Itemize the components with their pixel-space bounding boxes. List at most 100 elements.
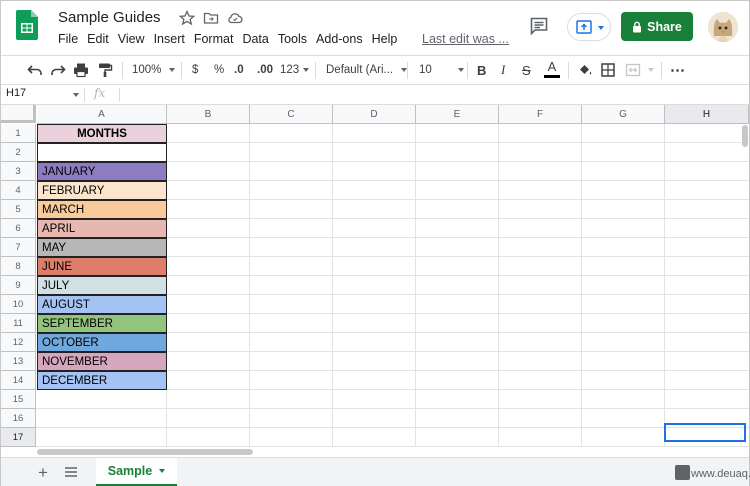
more-tools-button[interactable]: ⋯ bbox=[670, 56, 685, 84]
sheets-logo-icon[interactable] bbox=[16, 10, 38, 40]
column-header-h[interactable]: H bbox=[665, 105, 749, 124]
cell-a6[interactable]: APRIL bbox=[37, 219, 167, 238]
name-box-caret-icon[interactable] bbox=[73, 93, 79, 97]
cell-a3[interactable]: JANUARY bbox=[37, 162, 167, 181]
merge-cells-icon[interactable] bbox=[625, 62, 641, 78]
row-header-8[interactable]: 8 bbox=[1, 257, 36, 276]
present-button[interactable] bbox=[567, 13, 611, 41]
row-header-2[interactable]: 2 bbox=[1, 143, 36, 162]
column-header-c[interactable]: C bbox=[250, 105, 333, 124]
horizontal-scrollbar[interactable] bbox=[37, 449, 253, 455]
menu-tools[interactable]: Tools bbox=[278, 32, 307, 46]
font-size-select[interactable]: 10 bbox=[419, 56, 464, 84]
strikethrough-button[interactable]: S bbox=[522, 56, 531, 84]
name-box[interactable]: H17 bbox=[6, 87, 26, 99]
vertical-scrollbar[interactable] bbox=[742, 125, 748, 147]
select-all-corner[interactable] bbox=[1, 105, 36, 123]
cell-a2[interactable] bbox=[37, 143, 167, 162]
fill-color-icon[interactable] bbox=[577, 62, 593, 78]
add-sheet-button[interactable]: + bbox=[38, 463, 48, 483]
sheet-grid[interactable]: ABCDEFGH 123456789101112131415161718 MON… bbox=[1, 105, 749, 447]
row-header-9[interactable]: 9 bbox=[1, 276, 36, 295]
formula-input[interactable] bbox=[125, 87, 725, 103]
cell-a12[interactable]: OCTOBER bbox=[37, 333, 167, 352]
borders-icon[interactable] bbox=[600, 62, 616, 78]
print-icon[interactable] bbox=[73, 62, 89, 78]
column-header-e[interactable]: E bbox=[416, 105, 499, 124]
menu-format[interactable]: Format bbox=[194, 32, 234, 46]
more-formats-button[interactable]: 123 bbox=[280, 56, 310, 84]
format-currency-button[interactable]: $ bbox=[192, 56, 198, 84]
cell-a4[interactable]: FEBRUARY bbox=[37, 181, 167, 200]
toolbar-divider bbox=[568, 62, 569, 79]
row-header-15[interactable]: 15 bbox=[1, 390, 36, 409]
row-header-1[interactable]: 1 bbox=[1, 124, 36, 143]
cell-a7[interactable]: MAY bbox=[37, 238, 167, 257]
column-header-b[interactable]: B bbox=[167, 105, 250, 124]
text-color-button[interactable]: A bbox=[544, 54, 560, 82]
cell-a8[interactable]: JUNE bbox=[37, 257, 167, 276]
menu-add-ons[interactable]: Add-ons bbox=[316, 32, 363, 46]
sheet-tab-caret-icon[interactable] bbox=[159, 469, 166, 473]
row-header-12[interactable]: 12 bbox=[1, 333, 36, 352]
menu-view[interactable]: View bbox=[118, 32, 145, 46]
bold-button[interactable]: B bbox=[477, 56, 486, 84]
move-folder-icon[interactable] bbox=[203, 10, 219, 26]
cell-a13[interactable]: NOVEMBER bbox=[37, 352, 167, 371]
font-size-caret-icon bbox=[457, 68, 464, 72]
row-header-5[interactable]: 5 bbox=[1, 200, 36, 219]
row-header-6[interactable]: 6 bbox=[1, 219, 36, 238]
column-header-d[interactable]: D bbox=[333, 105, 416, 124]
row-header-3[interactable]: 3 bbox=[1, 162, 36, 181]
active-cell-selection[interactable] bbox=[664, 423, 746, 442]
menu-file[interactable]: File bbox=[58, 32, 78, 46]
star-icon[interactable] bbox=[179, 10, 195, 26]
font-family-select[interactable]: Default (Ari... bbox=[326, 56, 408, 84]
cell-a11[interactable]: SEPTEMBER bbox=[37, 314, 167, 333]
undo-icon[interactable] bbox=[27, 62, 43, 78]
cell-a9[interactable]: JULY bbox=[37, 276, 167, 295]
row-header-7[interactable]: 7 bbox=[1, 238, 36, 257]
last-edit-link[interactable]: Last edit was ... bbox=[422, 32, 509, 46]
menu-edit[interactable]: Edit bbox=[87, 32, 109, 46]
paint-format-icon[interactable] bbox=[97, 62, 113, 78]
decrease-decimals-button[interactable]: .0 bbox=[234, 56, 244, 84]
row-header-4[interactable]: 4 bbox=[1, 181, 36, 200]
menu-help[interactable]: Help bbox=[372, 32, 398, 46]
sheet-tab-sample[interactable]: Sample bbox=[96, 458, 177, 486]
column-header-a[interactable]: A bbox=[37, 105, 167, 124]
menu-insert[interactable]: Insert bbox=[154, 32, 185, 46]
cell-a14[interactable]: DECEMBER bbox=[37, 371, 167, 390]
watermark-text: www.deuaq.com bbox=[691, 468, 750, 480]
merge-caret-icon[interactable] bbox=[648, 68, 654, 72]
row-header-14[interactable]: 14 bbox=[1, 371, 36, 390]
row-header-16[interactable]: 16 bbox=[1, 409, 36, 428]
comment-history-icon[interactable] bbox=[529, 16, 549, 36]
toolbar: 100% $ % .0 .00 123 Default (Ari... 10 B… bbox=[1, 55, 749, 85]
row-header-13[interactable]: 13 bbox=[1, 352, 36, 371]
column-header-g[interactable]: G bbox=[582, 105, 665, 124]
cloud-status-icon[interactable] bbox=[227, 10, 243, 26]
redo-icon[interactable] bbox=[50, 62, 66, 78]
column-header-f[interactable]: F bbox=[499, 105, 582, 124]
toolbar-divider bbox=[122, 62, 123, 79]
share-label: Share bbox=[647, 19, 682, 34]
row-header-17[interactable]: 17 bbox=[1, 428, 36, 447]
document-title[interactable]: Sample Guides bbox=[58, 9, 161, 26]
row-header-10[interactable]: 10 bbox=[1, 295, 36, 314]
row-header-11[interactable]: 11 bbox=[1, 314, 36, 333]
increase-decimals-button[interactable]: .00 bbox=[257, 56, 273, 84]
row-gridline bbox=[36, 408, 749, 409]
all-sheets-menu-icon[interactable] bbox=[65, 467, 77, 477]
explore-icon[interactable] bbox=[675, 465, 690, 480]
row-gridline bbox=[36, 427, 749, 428]
italic-button[interactable]: I bbox=[501, 56, 505, 84]
menu-data[interactable]: Data bbox=[242, 32, 268, 46]
cell-a10[interactable]: AUGUST bbox=[37, 295, 167, 314]
account-avatar[interactable] bbox=[708, 12, 738, 42]
cell-a5[interactable]: MARCH bbox=[37, 200, 167, 219]
zoom-select[interactable]: 100% bbox=[132, 56, 176, 84]
format-percent-button[interactable]: % bbox=[214, 56, 224, 84]
cell-a1[interactable]: MONTHS bbox=[37, 124, 167, 143]
share-button[interactable]: Share bbox=[621, 12, 693, 41]
